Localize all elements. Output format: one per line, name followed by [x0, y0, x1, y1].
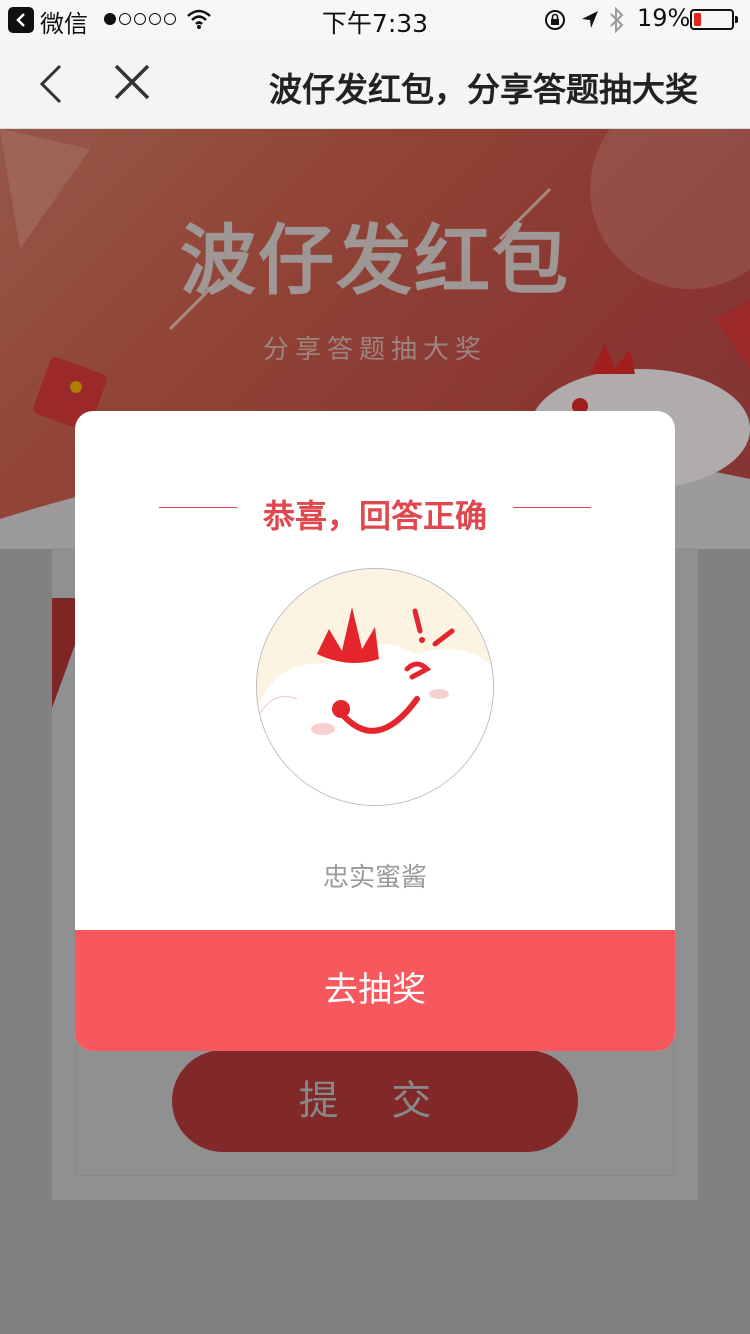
nav-bar: 波仔发红包，分享答题抽大奖: [0, 40, 750, 129]
orientation-lock-icon: [545, 10, 565, 30]
location-arrow-icon: [582, 11, 598, 28]
mascot-avatar-icon: [257, 569, 493, 805]
user-nickname: 忠实蜜酱: [322, 863, 427, 893]
back-chevron-icon[interactable]: [36, 62, 66, 106]
heading-line-right: [513, 507, 591, 508]
page-title: 波仔发红包，分享答题抽大奖: [269, 70, 698, 109]
go-lottery-button[interactable]: 去抽奖: [75, 930, 675, 1051]
battery-percent: 19%: [637, 4, 691, 32]
battery-icon: [690, 9, 738, 30]
status-bar: 微信 下午7:33 19%: [0, 0, 750, 40]
close-icon[interactable]: [112, 62, 152, 102]
bluetooth-icon: [610, 6, 624, 34]
result-modal: 恭喜，回答正确 忠实蜜酱 去抽奖: [75, 411, 675, 1051]
result-heading: 恭喜，回答正确: [262, 497, 487, 535]
battery-level: [694, 13, 701, 26]
avatar: [256, 568, 494, 806]
